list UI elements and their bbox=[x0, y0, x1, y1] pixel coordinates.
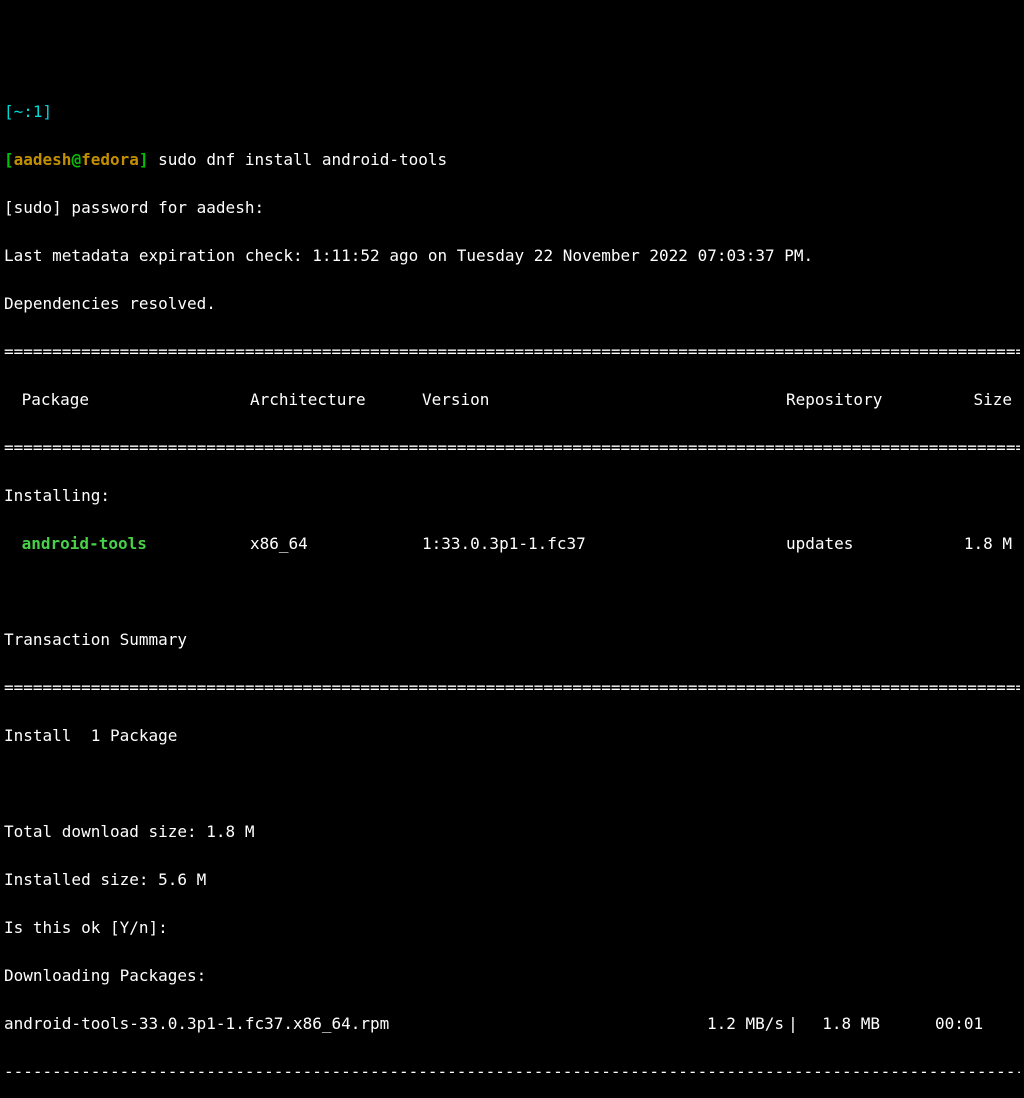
download-time: 00:01 bbox=[880, 1012, 1020, 1036]
installed-size: Installed size: 5.6 M bbox=[4, 868, 1020, 892]
package-size: 1.8 M bbox=[952, 532, 1020, 556]
rule-double: ========================================… bbox=[4, 436, 1020, 460]
table-header-row: PackageArchitectureVersionRepositorySize bbox=[4, 388, 1020, 412]
package-row: android-toolsx86_641:33.0.3p1-1.fc37upda… bbox=[4, 532, 1020, 556]
rule-double: ========================================… bbox=[4, 676, 1020, 700]
dependencies-resolved-line: Dependencies resolved. bbox=[4, 292, 1020, 316]
blank-line bbox=[4, 772, 1020, 796]
blank-line bbox=[4, 580, 1020, 604]
header-repository: Repository bbox=[786, 388, 952, 412]
package-arch: x86_64 bbox=[250, 532, 422, 556]
download-filename: android-tools-33.0.3p1-1.fc37.x86_64.rpm bbox=[4, 1012, 644, 1036]
confirm-prompt[interactable]: Is this ok [Y/n]: bbox=[4, 916, 1020, 940]
command-text: sudo dnf install android-tools bbox=[149, 150, 448, 169]
package-repo: updates bbox=[786, 532, 952, 556]
download-speed: 1.2 MB/s bbox=[644, 1012, 784, 1036]
package-name: android-tools bbox=[4, 532, 250, 556]
download-progress-row: android-tools-33.0.3p1-1.fc37.x86_64.rpm… bbox=[4, 1012, 1020, 1036]
header-package: Package bbox=[4, 388, 250, 412]
package-version: 1:33.0.3p1-1.fc37 bbox=[422, 532, 786, 556]
section-installing: Installing: bbox=[4, 484, 1020, 508]
terminal-cwd-marker: [~:1] bbox=[4, 100, 1020, 124]
prompt-bracket-close: ] bbox=[139, 150, 149, 169]
rule-single: ----------------------------------------… bbox=[4, 1060, 1020, 1084]
rule-double: ========================================… bbox=[4, 340, 1020, 364]
header-size: Size bbox=[952, 388, 1020, 412]
download-size: 1.8 MB bbox=[802, 1012, 880, 1036]
header-version: Version bbox=[422, 388, 786, 412]
sudo-password-prompt[interactable]: [sudo] password for aadesh: bbox=[4, 196, 1020, 220]
prompt-at: @ bbox=[71, 150, 81, 169]
header-architecture: Architecture bbox=[250, 388, 422, 412]
prompt-host: fedora bbox=[81, 150, 139, 169]
terminal-prompt-line[interactable]: [aadesh@fedora] sudo dnf install android… bbox=[4, 148, 1020, 172]
downloading-packages: Downloading Packages: bbox=[4, 964, 1020, 988]
metadata-check-line: Last metadata expiration check: 1:11:52 … bbox=[4, 244, 1020, 268]
pipe-separator: | bbox=[784, 1012, 802, 1036]
transaction-summary: Transaction Summary bbox=[4, 628, 1020, 652]
prompt-user: aadesh bbox=[14, 150, 72, 169]
prompt-bracket-open: [ bbox=[4, 150, 14, 169]
total-download-size: Total download size: 1.8 M bbox=[4, 820, 1020, 844]
install-count: Install 1 Package bbox=[4, 724, 1020, 748]
